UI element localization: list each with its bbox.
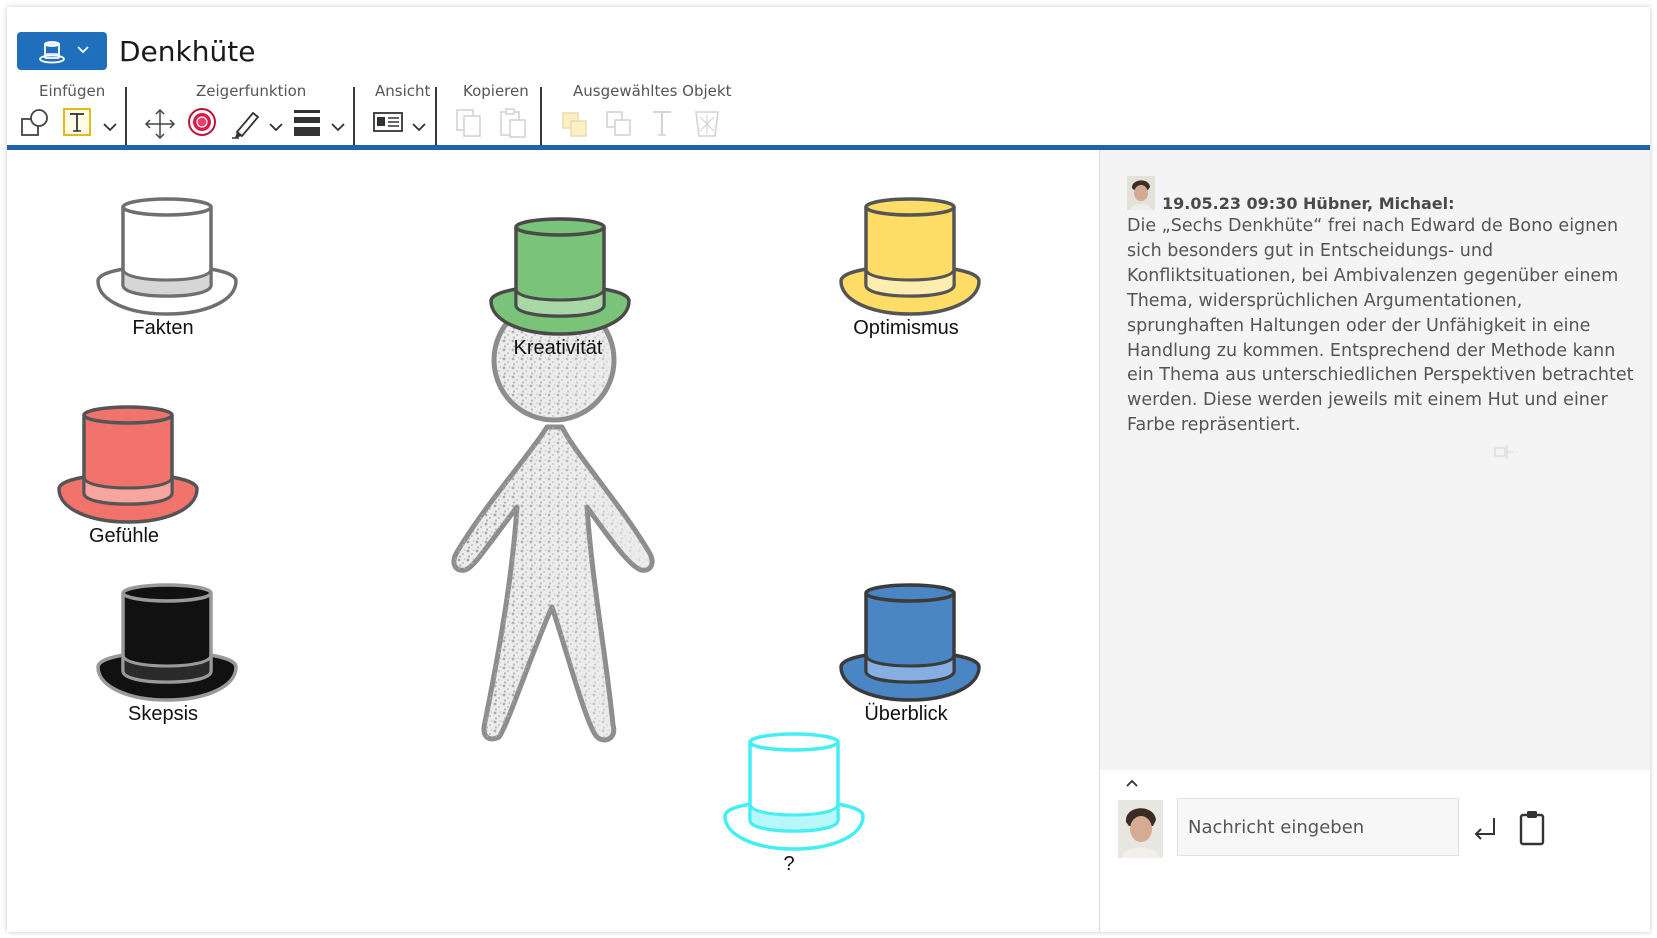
comment-text: Die „Sechs Denkhüte“ frei nach Edward de…: [1127, 216, 1634, 436]
group-label-copy: Kopieren: [463, 82, 529, 100]
hat-label-skepsis: Skepsis: [127, 703, 199, 725]
pen-dropdown-button[interactable]: [268, 115, 284, 139]
view-mode-button[interactable]: [371, 107, 411, 147]
group-label-insert: Einfügen: [39, 82, 106, 100]
delete-object-button[interactable]: [691, 107, 731, 147]
white-hat[interactable]: [98, 199, 236, 314]
person-figure[interactable]: [451, 297, 655, 743]
app-window: Denkhüte Einfügen Zeigerfunktion Ansicht…: [7, 7, 1650, 932]
line-style-dropdown-button[interactable]: [330, 115, 346, 139]
insert-dropdown-button[interactable]: [102, 115, 118, 139]
highlight-object-button[interactable]: [559, 107, 599, 147]
edit-text-object-button[interactable]: [647, 107, 687, 147]
chevron-down-icon: [412, 123, 426, 132]
target-icon: [188, 108, 216, 136]
highlight-icon: [562, 112, 587, 137]
hat-label-question: ?: [783, 853, 795, 875]
arrange-icon: [606, 111, 631, 136]
shapes-icon: [21, 109, 48, 136]
copy-button[interactable]: [453, 107, 493, 147]
canvas-drawing: [59, 199, 979, 849]
line-weight-icon: [294, 110, 320, 136]
toolbar-separator: [353, 87, 355, 145]
message-composer: [1100, 770, 1650, 932]
paste-button[interactable]: [497, 107, 537, 147]
toolbar-separator: [435, 87, 437, 145]
move-tool-button[interactable]: [143, 107, 183, 147]
insert-text-button[interactable]: [62, 107, 102, 147]
comment-panel: 19.05.23 09:30 Hübner, Michael: Die „Sec…: [1099, 150, 1650, 932]
black-hat[interactable]: [98, 585, 236, 700]
line-style-button[interactable]: [291, 107, 331, 147]
chevron-down-icon: [103, 123, 117, 132]
blue-hat[interactable]: [841, 585, 979, 700]
comment-meta: 19.05.23 09:30 Hübner, Michael:: [1162, 194, 1455, 213]
chevron-up-icon[interactable]: [1125, 778, 1139, 788]
arrange-object-button[interactable]: [603, 107, 643, 147]
toolbar-separator: [125, 87, 127, 145]
group-label-pointer: Zeigerfunktion: [196, 82, 307, 100]
comment-author: Hübner, Michael:: [1303, 194, 1455, 213]
pen-icon: [232, 111, 260, 139]
group-label-selected-object: Ausgewähltes Objekt: [573, 82, 732, 100]
insert-shape-button[interactable]: [18, 107, 58, 147]
document-title: Denkhüte: [119, 35, 256, 68]
app-menu-button[interactable]: [17, 32, 107, 70]
trash-icon: [695, 111, 719, 137]
hat-label-gefuehle: Gefühle: [88, 525, 160, 547]
hat-label-kreativitaet: Kreativität: [513, 337, 603, 359]
message-input[interactable]: [1177, 798, 1459, 856]
yellow-hat[interactable]: [841, 199, 979, 314]
chevron-down-icon: [269, 123, 283, 132]
comment-handle-icon[interactable]: [1493, 443, 1515, 461]
copy-icon: [456, 109, 481, 137]
hat-label-optimismus: Optimismus: [853, 317, 959, 339]
text-icon: [653, 111, 671, 136]
group-label-view: Ansicht: [375, 82, 431, 100]
chevron-down-icon: [77, 46, 89, 54]
presentation-icon: [373, 112, 403, 132]
green-hat[interactable]: [491, 219, 629, 334]
chevron-down-icon: [331, 123, 345, 132]
laser-pointer-button[interactable]: [187, 107, 227, 147]
move-arrows-icon: [144, 108, 176, 140]
send-enter-icon[interactable]: [1472, 816, 1500, 840]
whiteboard-canvas[interactable]: Fakten Kreativität Optimismus Gefühle Sk…: [7, 150, 1099, 932]
paste-icon: [500, 108, 526, 138]
toolbar-separator: [540, 87, 542, 145]
author-avatar: [1127, 176, 1155, 210]
view-dropdown-button[interactable]: [411, 115, 427, 139]
red-hat[interactable]: [59, 407, 197, 522]
user-avatar: [1118, 800, 1163, 858]
hat-label-fakten: Fakten: [132, 317, 194, 339]
pen-tool-button[interactable]: [229, 107, 269, 147]
clipboard-icon[interactable]: [1518, 810, 1546, 846]
turquoise-hat[interactable]: [725, 734, 863, 849]
top-hat-icon: [39, 41, 65, 64]
text-box-icon: [63, 108, 91, 136]
hat-label-ueberblick: Überblick: [864, 703, 948, 725]
comment-timestamp: 19.05.23 09:30: [1162, 194, 1298, 213]
